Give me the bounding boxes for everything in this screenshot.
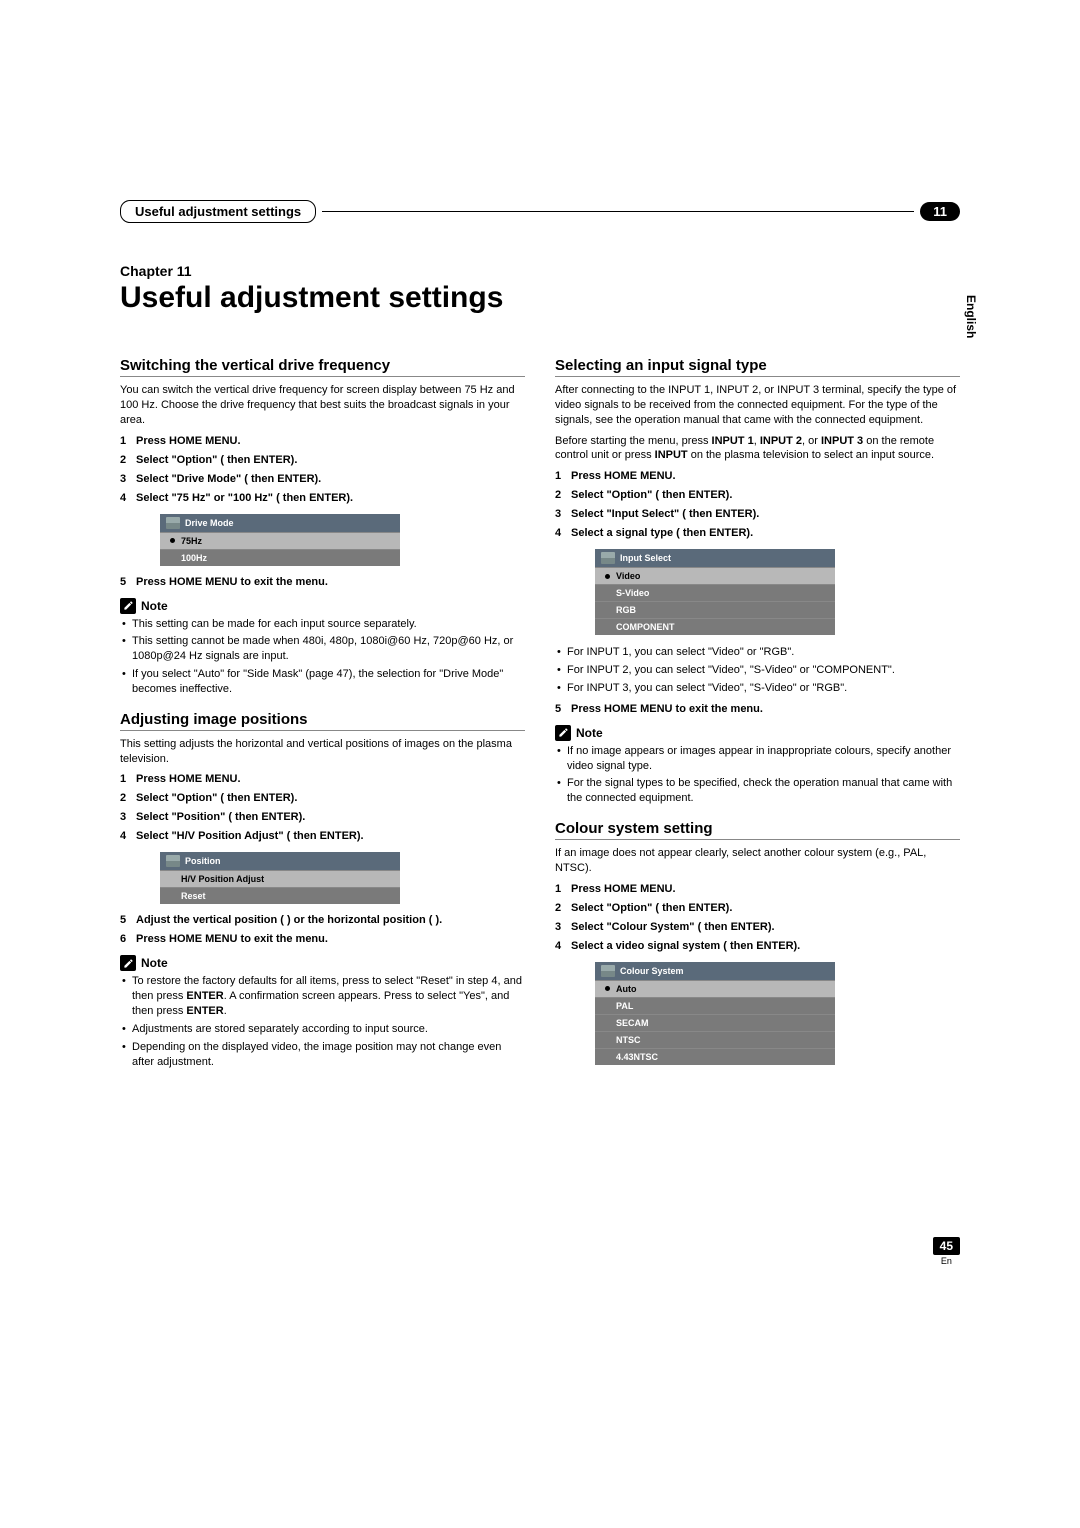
step: 2Select "Option" ( then ENTER). bbox=[120, 792, 525, 804]
section-label: Useful adjustment settings bbox=[120, 200, 316, 223]
chapter-heading: Chapter 11 Useful adjustment settings bbox=[120, 263, 960, 315]
section-title: Adjusting image positions bbox=[120, 711, 525, 731]
note-item: This setting can be made for each input … bbox=[122, 617, 525, 632]
intro-text: If an image does not appear clearly, sel… bbox=[555, 846, 960, 876]
step: 3Select "Drive Mode" ( then ENTER). bbox=[120, 473, 525, 485]
osd-option: H/V Position Adjust bbox=[160, 870, 400, 887]
step: 1Press HOME MENU. bbox=[555, 883, 960, 895]
language-tab: English bbox=[964, 295, 978, 338]
note-item: This setting cannot be made when 480i, 4… bbox=[122, 634, 525, 664]
osd-option: RGB bbox=[595, 601, 835, 618]
section-title: Switching the vertical drive frequency bbox=[120, 357, 525, 377]
pencil-icon bbox=[120, 955, 136, 971]
step: 1Press HOME MENU. bbox=[120, 435, 525, 447]
osd-menu-colour-system: Colour System Auto PAL SECAM NTSC 4.43NT… bbox=[595, 962, 835, 1065]
step: 5Press HOME MENU to exit the menu. bbox=[555, 703, 960, 715]
intro-text: After connecting to the INPUT 1, INPUT 2… bbox=[555, 383, 960, 428]
note-item: To restore the factory defaults for all … bbox=[122, 974, 525, 1019]
note-item: Depending on the displayed video, the im… bbox=[122, 1040, 525, 1070]
chapter-label: Chapter 11 bbox=[120, 263, 960, 279]
osd-option: S-Video bbox=[595, 584, 835, 601]
osd-title: Colour System bbox=[595, 962, 835, 980]
note-heading: Note bbox=[555, 725, 960, 741]
osd-option: PAL bbox=[595, 997, 835, 1014]
osd-option: 4.43NTSC bbox=[595, 1048, 835, 1065]
intro-text: This setting adjusts the horizontal and … bbox=[120, 737, 525, 767]
right-column: Selecting an input signal type After con… bbox=[555, 343, 960, 1076]
note-heading: Note bbox=[120, 955, 525, 971]
pencil-icon bbox=[120, 598, 136, 614]
tv-icon bbox=[166, 517, 180, 529]
step: 5Adjust the vertical position ( ) or the… bbox=[120, 914, 525, 926]
step: 4Select a video signal system ( then ENT… bbox=[555, 940, 960, 952]
step: 2Select "Option" ( then ENTER). bbox=[555, 902, 960, 914]
note-list: If no image appears or images appear in … bbox=[555, 744, 960, 806]
step: 5Press HOME MENU to exit the menu. bbox=[120, 576, 525, 588]
pre-text: Before starting the menu, press INPUT 1,… bbox=[555, 434, 960, 464]
tv-icon bbox=[601, 552, 615, 564]
section-title: Selecting an input signal type bbox=[555, 357, 960, 377]
osd-option: SECAM bbox=[595, 1014, 835, 1031]
section-title: Colour system setting bbox=[555, 820, 960, 840]
pencil-icon bbox=[555, 725, 571, 741]
step: 6Press HOME MENU to exit the menu. bbox=[120, 933, 525, 945]
step: 4Select a signal type ( then ENTER). bbox=[555, 527, 960, 539]
header-divider bbox=[322, 211, 914, 212]
osd-option-selected: Auto bbox=[595, 980, 835, 997]
step: 1Press HOME MENU. bbox=[555, 470, 960, 482]
osd-option: COMPONENT bbox=[595, 618, 835, 635]
step: 3Select "Colour System" ( then ENTER). bbox=[555, 921, 960, 933]
step: 4Select "75 Hz" or "100 Hz" ( then ENTER… bbox=[120, 492, 525, 504]
osd-title: Input Select bbox=[595, 549, 835, 567]
osd-option-selected: Video bbox=[595, 567, 835, 584]
step: 2Select "Option" ( then ENTER). bbox=[120, 454, 525, 466]
info-item: For INPUT 3, you can select "Video", "S-… bbox=[557, 681, 960, 696]
note-list: To restore the factory defaults for all … bbox=[120, 974, 525, 1069]
page-footer: 45 En bbox=[933, 1237, 960, 1266]
osd-menu-position: Position H/V Position Adjust Reset bbox=[160, 852, 400, 904]
note-heading: Note bbox=[120, 598, 525, 614]
tv-icon bbox=[166, 855, 180, 867]
step: 4Select "H/V Position Adjust" ( then ENT… bbox=[120, 830, 525, 842]
note-item: If you select "Auto" for "Side Mask" (pa… bbox=[122, 667, 525, 697]
osd-title: Drive Mode bbox=[160, 514, 400, 532]
left-column: Switching the vertical drive frequency Y… bbox=[120, 343, 525, 1076]
content-columns: Switching the vertical drive frequency Y… bbox=[120, 343, 960, 1076]
note-item: Adjustments are stored separately accord… bbox=[122, 1022, 525, 1037]
step: 3Select "Input Select" ( then ENTER). bbox=[555, 508, 960, 520]
page-number: 45 bbox=[933, 1237, 960, 1255]
osd-option: Reset bbox=[160, 887, 400, 904]
step: 1Press HOME MENU. bbox=[120, 773, 525, 785]
info-item: For INPUT 1, you can select "Video" or "… bbox=[557, 645, 960, 660]
osd-option-selected: 75Hz bbox=[160, 532, 400, 549]
note-list: This setting can be made for each input … bbox=[120, 617, 525, 697]
note-item: For the signal types to be specified, ch… bbox=[557, 776, 960, 806]
info-list: For INPUT 1, you can select "Video" or "… bbox=[555, 645, 960, 696]
tv-icon bbox=[601, 965, 615, 977]
step: 3Select "Position" ( then ENTER). bbox=[120, 811, 525, 823]
note-item: If no image appears or images appear in … bbox=[557, 744, 960, 774]
osd-option: 100Hz bbox=[160, 549, 400, 566]
info-item: For INPUT 2, you can select "Video", "S-… bbox=[557, 663, 960, 678]
osd-option: NTSC bbox=[595, 1031, 835, 1048]
osd-menu-input-select: Input Select Video S-Video RGB COMPONENT bbox=[595, 549, 835, 635]
chapter-number-badge: 11 bbox=[920, 202, 960, 221]
osd-title: Position bbox=[160, 852, 400, 870]
page-header: Useful adjustment settings 11 bbox=[120, 200, 960, 223]
page-lang: En bbox=[933, 1256, 960, 1266]
intro-text: You can switch the vertical drive freque… bbox=[120, 383, 525, 428]
osd-menu-drive-mode: Drive Mode 75Hz 100Hz bbox=[160, 514, 400, 566]
step: 2Select "Option" ( then ENTER). bbox=[555, 489, 960, 501]
manual-page: Useful adjustment settings 11 English Ch… bbox=[0, 0, 1080, 1136]
page-title: Useful adjustment settings bbox=[120, 281, 960, 315]
